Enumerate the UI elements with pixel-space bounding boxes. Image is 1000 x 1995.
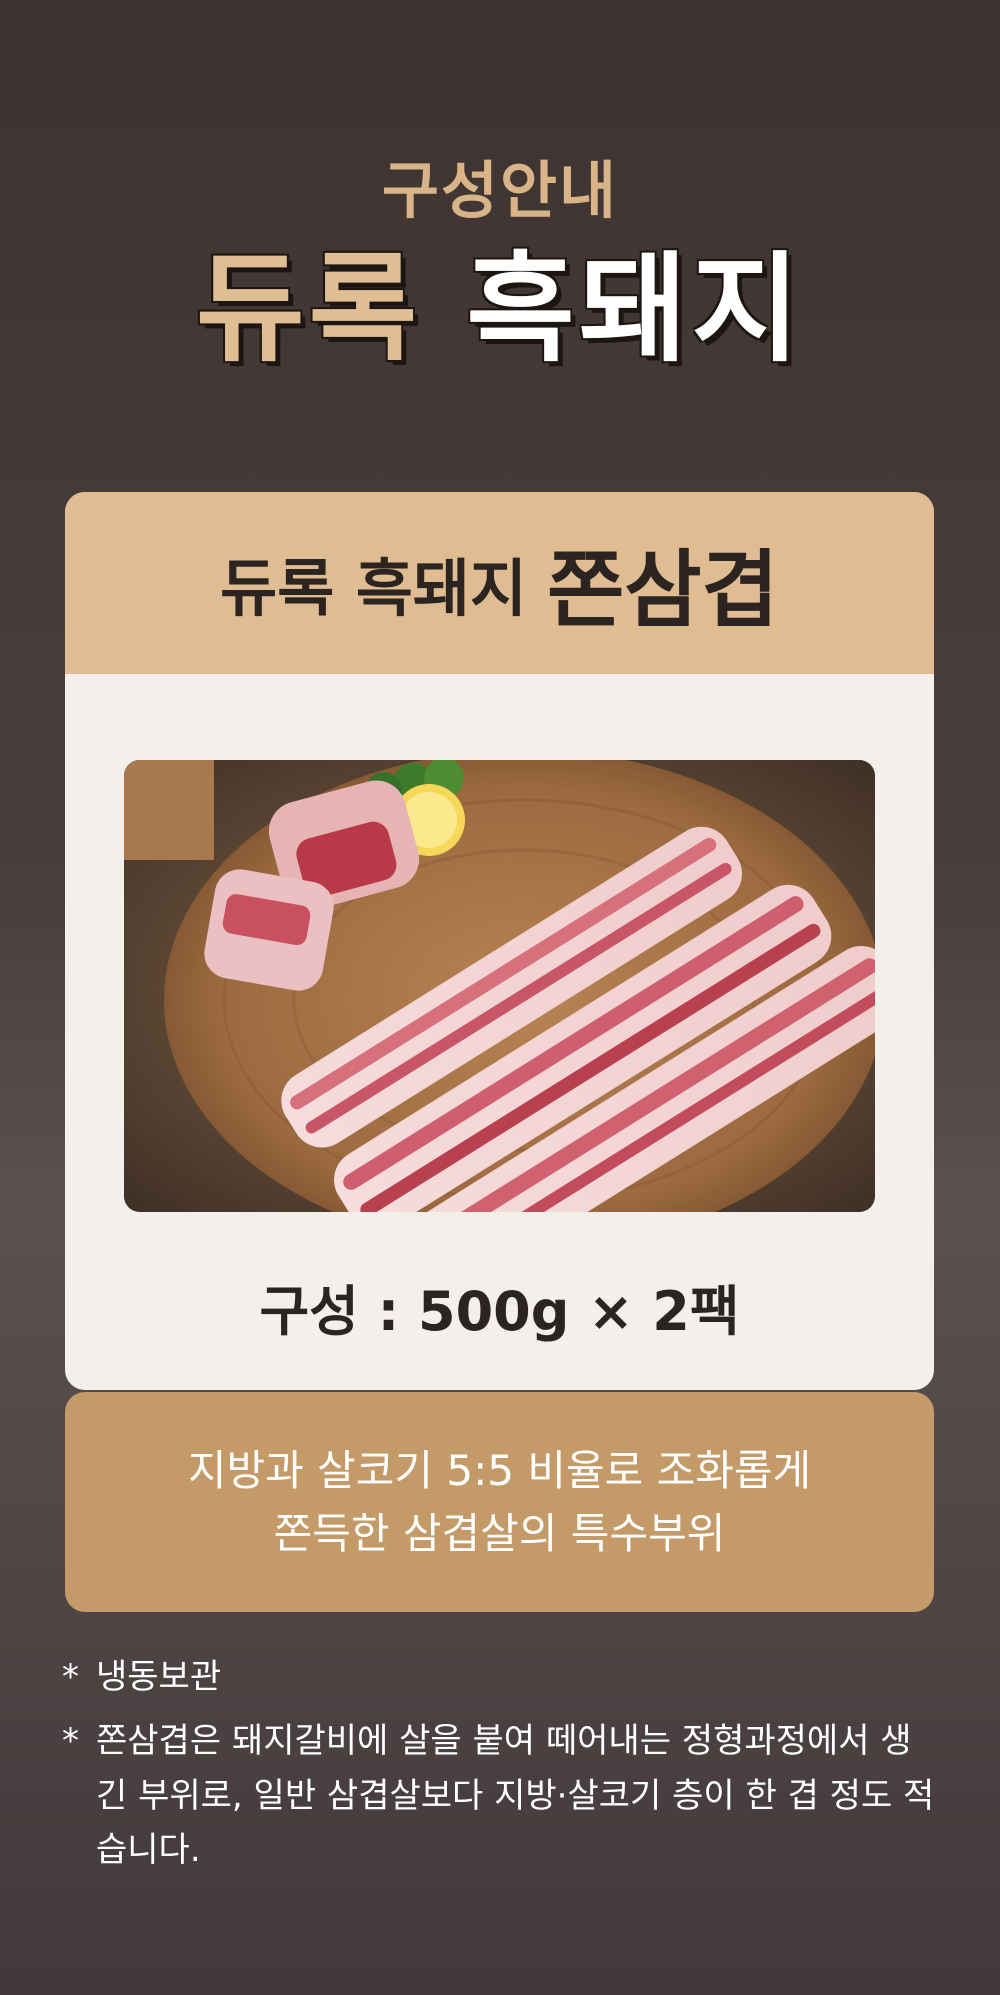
title-black-pork: 흑돼지 — [466, 240, 804, 378]
note-text: 냉동보관 — [96, 1657, 222, 1697]
product-name: 쫀삼겹 — [546, 540, 779, 639]
description-line-2: 쫀득한 삼겹살의 특수부위 — [273, 1509, 726, 1558]
wooden-box-corner — [124, 760, 214, 860]
description-box: 지방과 살코기 5:5 비율로 조화롭게 쫀득한 삼겹살의 특수부위 — [65, 1392, 934, 1612]
header: 구성안내 듀록 흑돼지 — [0, 0, 1000, 480]
pork-belly-image — [124, 760, 875, 1212]
notes-list: * 냉동보관 * 쫀삼겹은 돼지갈비에 살을 붙여 떼어내는 정형과정에서 생긴… — [62, 1650, 942, 1888]
product-photo — [124, 760, 875, 1212]
title-duroc: 듀록 — [196, 240, 422, 378]
subtitle: 구성안내 — [381, 154, 619, 227]
note-item: * 쫀삼겹은 돼지갈비에 살을 붙여 떼어내는 정형과정에서 생긴 부위로, 일… — [62, 1714, 942, 1877]
product-card: 듀록 흑돼지 쫀삼겹 구성: 500g × 2팩 — [65, 492, 934, 1390]
note-item: * 냉동보관 — [62, 1650, 942, 1704]
description-line-1: 지방과 살코기 5:5 비율로 조화롭게 — [187, 1446, 812, 1495]
asterisk-marker: * — [62, 1657, 79, 1697]
note-text: 쫀삼겹은 돼지갈비에 살을 붙여 떼어내는 정형과정에서 생긴 부위로, 일반 … — [96, 1721, 935, 1871]
page-title: 듀록 흑돼지 — [0, 244, 1000, 375]
asterisk-marker: * — [62, 1721, 79, 1762]
product-brand: 듀록 흑돼지 — [220, 552, 527, 625]
composition-text: 구성 : 500g × 2팩 — [259, 1280, 740, 1343]
product-card-header: 듀록 흑돼지 쫀삼겹 — [65, 492, 934, 674]
